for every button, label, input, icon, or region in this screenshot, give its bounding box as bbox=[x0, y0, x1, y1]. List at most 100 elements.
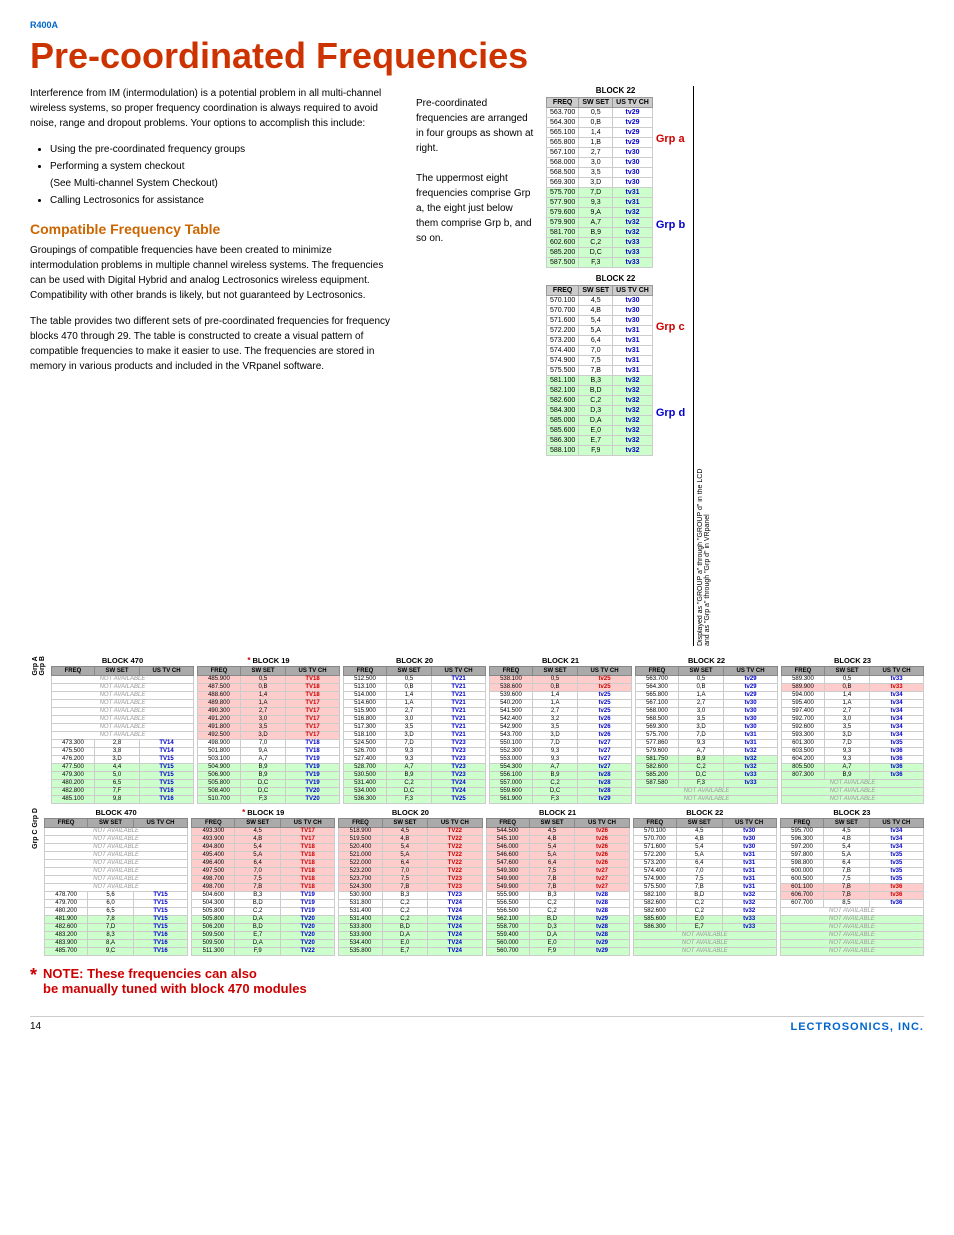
table-row: 491.8003,5TV17 bbox=[198, 723, 340, 731]
block470-top: BLOCK 470 FREQSW SETUS TV CH NOT AVAILAB… bbox=[51, 656, 194, 804]
table-row: 504.900B,9TV19 bbox=[198, 763, 340, 771]
table-row: 489.8001,ATV17 bbox=[198, 699, 340, 707]
table-row: 506.900B,9TV19 bbox=[198, 771, 340, 779]
table-row: 514.6001,ATV21 bbox=[344, 699, 486, 707]
table-row: 582.600C,2tv32 bbox=[633, 899, 776, 907]
table-row: 560.000E,0tv29 bbox=[486, 939, 629, 947]
table-row: 575.5007,Btv31 bbox=[547, 365, 653, 375]
table-row: 579.600A,7tv32 bbox=[636, 747, 778, 755]
table-row: 581.750B,9tv32 bbox=[636, 755, 778, 763]
table-row: 549.9007,Btv27 bbox=[486, 875, 629, 883]
table-row: 582.600C,2tv32 bbox=[547, 395, 653, 405]
mid-description: Pre-coordinated frequencies are arranged… bbox=[416, 86, 536, 246]
table-row: 585.000D,Atv32 bbox=[547, 415, 653, 425]
table-row: 581.700B,9tv32 bbox=[547, 227, 653, 237]
table-row: 579.6009,Atv32 bbox=[547, 207, 653, 217]
block21-top-table: FREQSW SETUS TV CH 538.1000,5tv25 538.60… bbox=[489, 666, 632, 804]
block470-bottom-table: FREQSW SETUS TV CH NOT AVAILABLE NOT AVA… bbox=[44, 818, 188, 956]
table-row: 538.6000,Btv25 bbox=[490, 683, 632, 691]
table-row: 585.600E,0tv32 bbox=[547, 425, 653, 435]
table-row: NOT AVAILABLE bbox=[780, 915, 923, 923]
table-row: 565.8001,Btv29 bbox=[547, 137, 653, 147]
table-row: 483.9008,ATV16 bbox=[45, 939, 188, 947]
right-tables-area: BLOCK 22 FREQ SW SET US TV CH bbox=[546, 86, 711, 646]
note-text: NOTE: These frequencies can also be manu… bbox=[43, 966, 307, 996]
table-row: 568.5003,5tv30 bbox=[636, 715, 778, 723]
page: R400A Pre-coordinated Frequencies Interf… bbox=[0, 0, 954, 1235]
table-row: 582.100B,Dtv32 bbox=[633, 891, 776, 899]
table-row: 561.900F,3tv29 bbox=[490, 795, 632, 803]
table-row: 513.1000,BTV21 bbox=[344, 683, 486, 691]
table-row: 582.600C,2tv32 bbox=[633, 907, 776, 915]
table-row: 570.7004,Btv30 bbox=[633, 835, 776, 843]
table-row: 531.400C,2TV24 bbox=[339, 907, 482, 915]
table-row: 579.900A,7tv32 bbox=[547, 217, 653, 227]
table-row: 597.8005,Atv35 bbox=[780, 851, 923, 859]
table-row: 587.500F,3tv33 bbox=[547, 257, 653, 267]
table-row: NOT AVAILABLE bbox=[52, 683, 194, 691]
table-row: 485.1009,8TV16 bbox=[52, 795, 194, 803]
table-row: 589.9000,Btv33 bbox=[782, 683, 924, 691]
table-row: 570.7004,Btv30 bbox=[547, 305, 653, 315]
table-row: 527.4009,3TV23 bbox=[344, 755, 486, 763]
table-row: 562.100B,Dtv29 bbox=[486, 915, 629, 923]
table-row: NOT AVAILABLE bbox=[780, 947, 923, 955]
grp-cd-side-label: Grp C Grp D bbox=[30, 808, 41, 849]
table-row: 550.1007,Dtv27 bbox=[490, 739, 632, 747]
table-row: NOT AVAILABLE bbox=[45, 835, 188, 843]
table-row: 554.300A,7tv27 bbox=[490, 763, 632, 771]
grp-a-label: Grp a bbox=[656, 97, 685, 183]
block23-top-title: BLOCK 23 bbox=[781, 656, 924, 665]
main-content: Interference from IM (intermodulation) i… bbox=[30, 86, 924, 646]
table-row: 488.6001,4TV18 bbox=[198, 691, 340, 699]
table-row: NOT AVAILABLE bbox=[636, 787, 778, 795]
footer: 14 LECTROSONICS, INC. bbox=[30, 1016, 924, 1033]
table-row: 569.3003,Dtv30 bbox=[547, 177, 653, 187]
table-row: 530.500B,9TV23 bbox=[344, 771, 486, 779]
table-row: NOT AVAILABLE bbox=[52, 707, 194, 715]
table-row: 485.9000,5TV18 bbox=[198, 675, 340, 683]
block23-bottom-title: BLOCK 23 bbox=[780, 808, 924, 817]
table-row: NOT AVAILABLE bbox=[782, 779, 924, 787]
table-row: 510.700F,3TV20 bbox=[198, 795, 340, 803]
swset-header: SW SET bbox=[579, 285, 613, 295]
block22-top-label: BLOCK 22 bbox=[546, 86, 685, 95]
table-row: 528.700A,7TV23 bbox=[344, 763, 486, 771]
table-row: 478.7005,6TV15 bbox=[45, 891, 188, 899]
table-row: 518.9004,5TV22 bbox=[339, 827, 482, 835]
block21-top: BLOCK 21 FREQSW SETUS TV CH 538.1000,5tv… bbox=[489, 656, 632, 804]
table-row: 536.300F,3TV25 bbox=[344, 795, 486, 803]
table-row: 517.3003,5TV21 bbox=[344, 723, 486, 731]
block22-tables: BLOCK 22 FREQ SW SET US TV CH bbox=[546, 86, 685, 456]
table-row: 606.7007,Btv36 bbox=[780, 891, 923, 899]
table-row: NOT AVAILABLE bbox=[780, 923, 923, 931]
table-row: 587.580F,3tv33 bbox=[636, 779, 778, 787]
table-row: 473.3002,8TV14 bbox=[52, 739, 194, 747]
table-row: 567.1002,7tv30 bbox=[636, 699, 778, 707]
table-row: 584.300D,3tv32 bbox=[547, 405, 653, 415]
block23-top-table: FREQSW SETUS TV CH 589.3000,5tv33 589.90… bbox=[781, 666, 924, 804]
table-row: 512.5000,5TV21 bbox=[344, 675, 486, 683]
table-row: 592.7003,0tv34 bbox=[782, 715, 924, 723]
block22-top-large-table: FREQSW SETUS TV CH 563.7000,5tv29 564.30… bbox=[635, 666, 778, 804]
block22-bottom-large-title: BLOCK 22 bbox=[633, 808, 777, 817]
table-row: 481.9007,8TV15 bbox=[45, 915, 188, 923]
grp-ab-side-label: Grp A Grp B bbox=[30, 656, 48, 675]
table-row: NOT AVAILABLE bbox=[45, 867, 188, 875]
block470-top-title: BLOCK 470 bbox=[51, 656, 194, 665]
table-row: 585.200D,Ctv33 bbox=[547, 247, 653, 257]
block21-top-title: BLOCK 21 bbox=[489, 656, 632, 665]
table-row: 505.800C,2TV19 bbox=[192, 907, 335, 915]
table-row: 600.0007,Btv35 bbox=[780, 867, 923, 875]
table-row: 568.0003,0tv30 bbox=[547, 157, 653, 167]
body-text-2: The table provides two different sets of… bbox=[30, 314, 400, 374]
table-row: 586.300E,7tv33 bbox=[633, 923, 776, 931]
table-row: 807.300B,9tv36 bbox=[782, 771, 924, 779]
table-row: NOT AVAILABLE bbox=[45, 843, 188, 851]
block20-top: BLOCK 20 FREQSW SETUS TV CH 512.5000,5TV… bbox=[343, 656, 486, 804]
table-row: 545.1004,Btv26 bbox=[486, 835, 629, 843]
table-row: 595.7004,5tv34 bbox=[780, 827, 923, 835]
block23-bottom-table: FREQSW SETUS TV CH 595.7004,5tv34 596.30… bbox=[780, 818, 924, 956]
table-row: 509.500E,7TV20 bbox=[192, 931, 335, 939]
table-row: 523.2007,0TV22 bbox=[339, 867, 482, 875]
